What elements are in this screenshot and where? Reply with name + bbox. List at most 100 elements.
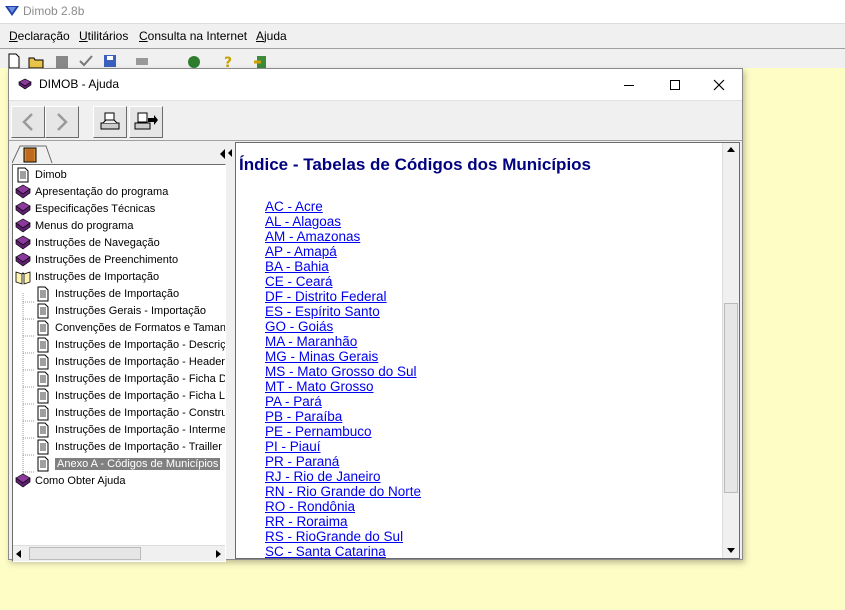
contents-tab[interactable]	[12, 144, 62, 164]
state-link[interactable]: BA - Bahia	[265, 259, 421, 274]
page-icon	[37, 388, 49, 403]
state-link[interactable]: SC - Santa Catarina	[265, 544, 421, 558]
tree-tab-strip	[12, 144, 226, 164]
tree-item-label: Anexo A - Códigos de Municípios	[55, 457, 221, 470]
state-link[interactable]: MA - Maranhão	[265, 334, 421, 349]
state-link[interactable]: RO - Rondônia	[265, 499, 421, 514]
state-link[interactable]: MG - Minas Gerais	[265, 349, 421, 364]
menu-ajuda[interactable]: Ajuda	[256, 29, 287, 43]
scroll-left-icon[interactable]	[15, 549, 23, 559]
tree-item-label: Convenções de Formatos e Taman	[55, 321, 226, 334]
globe-icon[interactable]	[186, 53, 202, 69]
state-link[interactable]: PR - Paraná	[265, 454, 421, 469]
state-link[interactable]: AM - Amazonas	[265, 229, 421, 244]
page-icon	[37, 405, 49, 420]
tree-item[interactable]: Menus do programa	[15, 217, 133, 234]
help-titlebar: DIMOB - Ajuda	[9, 69, 742, 100]
tree-item[interactable]: Dimob	[15, 166, 67, 183]
tree-item[interactable]: Instruções de Navegação	[15, 234, 160, 251]
print-button[interactable]	[93, 106, 127, 138]
tree-item-label: Instruções de Navegação	[35, 236, 160, 249]
new-file-icon[interactable]	[6, 53, 22, 69]
print-topic-button[interactable]	[129, 106, 163, 138]
menu-utilitarios[interactable]: Utilitários	[79, 29, 128, 43]
save-icon[interactable]	[54, 53, 70, 69]
tree-item-label: Instruções de Importação - Trailler	[55, 440, 222, 453]
state-link[interactable]: RN - Rio Grande do Norte	[265, 484, 421, 499]
menu-declaracao[interactable]: Declaração	[9, 29, 70, 43]
state-link[interactable]: PE - Pernambuco	[265, 424, 421, 439]
scroll-up-icon[interactable]	[726, 146, 736, 154]
book-icon	[15, 218, 31, 232]
tree-hscroll-thumb[interactable]	[29, 547, 141, 560]
tree-item[interactable]: Apresentação do programa	[15, 183, 168, 200]
book-icon	[15, 252, 31, 266]
collapse-pane-icon[interactable]	[227, 148, 233, 158]
state-link[interactable]: AL - Alagoas	[265, 214, 421, 229]
pane-splitter[interactable]	[226, 142, 235, 559]
state-link[interactable]: ES - Espírito Santo	[265, 304, 421, 319]
print-icon[interactable]	[134, 53, 150, 69]
scroll-right-icon[interactable]	[214, 549, 222, 559]
content-vscrollbar[interactable]	[722, 143, 739, 558]
help-book-icon	[18, 78, 32, 90]
tree-subitem[interactable]: Instruções de Importação	[35, 285, 179, 302]
menu-consulta-internet[interactable]: Consulta na Internet	[139, 29, 247, 43]
state-link[interactable]: PI - Piauí	[265, 439, 421, 454]
tree-subitem[interactable]: Convenções de Formatos e Taman	[35, 319, 226, 336]
state-link[interactable]: DF - Distrito Federal	[265, 289, 421, 304]
tree-item[interactable]: Como Obter Ajuda	[15, 472, 126, 489]
back-button[interactable]	[11, 106, 45, 138]
state-link[interactable]: MS - Mato Grosso do Sul	[265, 364, 421, 379]
tree-subitem[interactable]: Instruções Gerais - Importação	[35, 302, 206, 319]
minimize-button[interactable]	[606, 69, 652, 100]
scroll-down-icon[interactable]	[726, 546, 736, 554]
page-icon	[37, 320, 49, 335]
menubar: Declaração Utilitários Consulta na Inter…	[0, 23, 845, 48]
tree-item-label: Instruções de Importação	[55, 287, 180, 300]
close-button[interactable]	[696, 69, 742, 100]
page-icon	[17, 167, 29, 182]
state-link[interactable]: RJ - Rio de Janeiro	[265, 469, 421, 484]
tree-item-label: Menus do programa	[35, 219, 134, 232]
tree-subitem[interactable]: Anexo A - Códigos de Municípios	[35, 455, 221, 472]
state-link[interactable]: AP - Amapá	[265, 244, 421, 259]
state-link[interactable]: GO - Goiás	[265, 319, 421, 334]
tree-hscrollbar[interactable]	[13, 545, 225, 561]
state-link[interactable]: PB - Paraíba	[265, 409, 421, 424]
tree-subitem[interactable]: Instruções de Importação - Ficha L	[35, 387, 225, 404]
app-title: Dimob 2.8b	[23, 4, 85, 18]
app-toolbar: ?	[0, 48, 845, 69]
tree-subitem[interactable]: Instruções de Importação - Constru	[35, 404, 226, 421]
open-folder-icon[interactable]	[28, 53, 44, 69]
state-link[interactable]: CE - Ceará	[265, 274, 421, 289]
tree-subitem[interactable]: Instruções de Importação - Interme	[35, 421, 225, 438]
open-book-icon	[15, 270, 31, 285]
forward-button[interactable]	[45, 106, 79, 138]
state-link[interactable]: RS - RioGrande do Sul	[265, 529, 421, 544]
topic-content: Índice - Tabelas de Códigos dos Municípi…	[235, 142, 740, 559]
content-scroll-thumb[interactable]	[724, 303, 738, 493]
contents-tree-panel: Dimob Apresentação do programa Especificaç…	[12, 144, 226, 562]
tree-item[interactable]: Instruções de Importação	[15, 268, 159, 285]
tree-item-label: Instruções de Importação - Ficha L	[55, 389, 225, 402]
state-link[interactable]: AC - Acre	[265, 199, 421, 214]
tree-subitem[interactable]: Instruções de Importação - Ficha D	[35, 370, 225, 387]
maximize-button[interactable]	[652, 69, 698, 100]
tree-item[interactable]: Especificações Técnicas	[15, 200, 155, 217]
disk-icon[interactable]	[102, 53, 118, 69]
arrow-left-icon	[22, 113, 33, 131]
exit-icon[interactable]	[253, 53, 269, 69]
tree-subitem[interactable]: Instruções de Importação - Descriç	[35, 336, 225, 353]
help-icon[interactable]: ?	[220, 53, 236, 69]
tree-subitem[interactable]: Instruções de Importação - Trailler	[35, 438, 222, 455]
state-link[interactable]: MT - Mato Grosso	[265, 379, 421, 394]
check-icon[interactable]	[78, 53, 94, 69]
state-link[interactable]: RR - Roraima	[265, 514, 421, 529]
tab-scroll-left-icon[interactable]	[218, 148, 226, 160]
state-link[interactable]: PA - Pará	[265, 394, 421, 409]
tree-item-label: Instruções de Importação - Constru	[55, 406, 226, 419]
tree-item[interactable]: Instruções de Preenchimento	[15, 251, 178, 268]
app-logo-icon	[5, 6, 19, 16]
tree-subitem[interactable]: Instruções de Importação - Header	[35, 353, 225, 370]
